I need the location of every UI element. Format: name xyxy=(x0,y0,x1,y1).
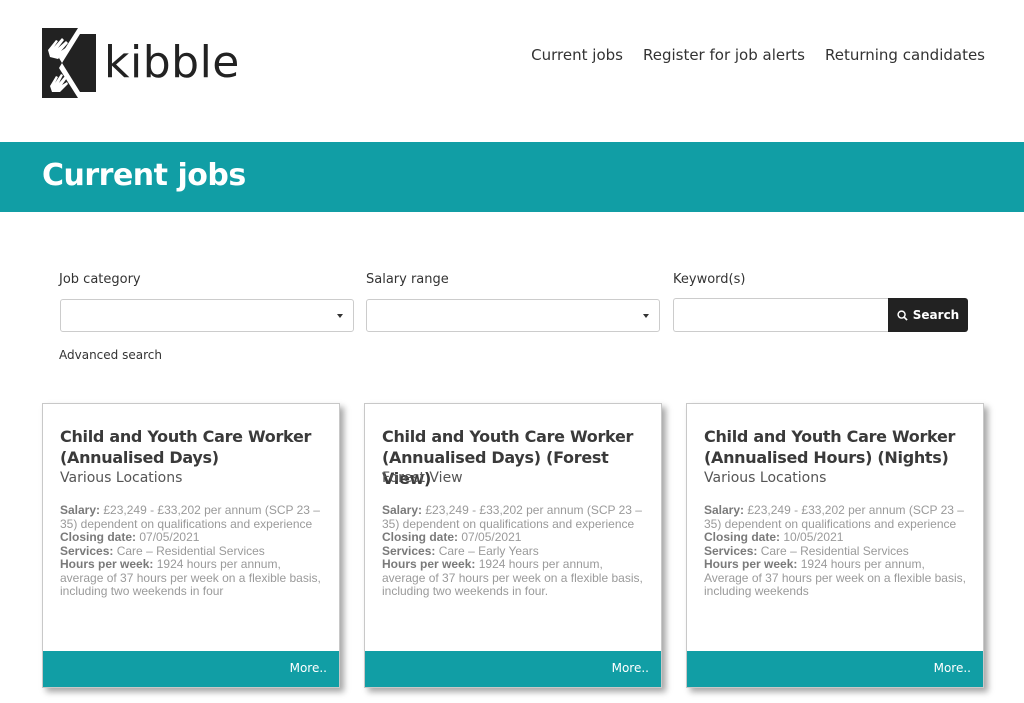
page-banner: Current jobs xyxy=(0,142,1024,212)
nav-register-job-alerts[interactable]: Register for job alerts xyxy=(643,46,805,64)
keyword-input[interactable] xyxy=(673,298,889,332)
closing-date-value: 10/05/2021 xyxy=(783,530,844,544)
page-title: Current jobs xyxy=(42,158,246,193)
job-details: Salary: £23,249 - £33,202 per annum (SCP… xyxy=(704,503,969,599)
services-label: Services: xyxy=(704,543,758,558)
site-header: kibble Current jobs Register for job ale… xyxy=(0,0,1024,142)
closing-date-label: Closing date: xyxy=(704,530,781,544)
job-details: Salary: £23,249 - £33,202 per annum (SCP… xyxy=(382,503,647,599)
salary-label: Salary: xyxy=(382,503,423,517)
search-button[interactable]: Search xyxy=(888,298,968,332)
job-location: Forest View xyxy=(382,470,463,486)
advanced-search-link[interactable]: Advanced search xyxy=(59,348,162,362)
job-category-select[interactable] xyxy=(60,299,354,332)
card-footer: More.. xyxy=(365,651,661,687)
services-label: Services: xyxy=(382,543,436,558)
job-location: Various Locations xyxy=(60,470,183,486)
job-title[interactable]: Child and Youth Care Worker (Annualised … xyxy=(704,426,971,468)
salary-range-label: Salary range xyxy=(366,272,449,287)
search-button-label: Search xyxy=(912,308,960,322)
main-nav: Current jobs Register for job alerts Ret… xyxy=(531,46,985,64)
keyword-label: Keyword(s) xyxy=(673,272,746,287)
job-card[interactable]: Child and Youth Care Worker (Annualised … xyxy=(42,403,340,688)
closing-date-label: Closing date: xyxy=(60,530,137,544)
job-category-label: Job category xyxy=(59,272,141,287)
hours-label: Hours per week: xyxy=(704,557,798,571)
hours-label: Hours per week: xyxy=(60,557,154,571)
search-icon xyxy=(897,309,908,321)
nav-current-jobs[interactable]: Current jobs xyxy=(531,46,623,64)
services-value: Care – Residential Services xyxy=(116,543,265,558)
caret-down-icon xyxy=(337,314,343,318)
kibble-logo[interactable]: kibble xyxy=(42,28,240,98)
closing-date-value: 07/05/2021 xyxy=(461,530,522,544)
nav-returning-candidates[interactable]: Returning candidates xyxy=(825,46,985,64)
services-label: Services: xyxy=(60,543,114,558)
brand-name: kibble xyxy=(104,37,240,88)
job-card[interactable]: Child and Youth Care Worker (Annualised … xyxy=(686,403,984,688)
more-link[interactable]: More.. xyxy=(934,661,971,675)
job-card[interactable]: Child and Youth Care Worker (Annualised … xyxy=(364,403,662,688)
salary-range-select[interactable] xyxy=(366,299,660,332)
more-link[interactable]: More.. xyxy=(290,661,327,675)
closing-date-value: 07/05/2021 xyxy=(139,530,200,544)
more-link[interactable]: More.. xyxy=(612,661,649,675)
job-details: Salary: £23,249 - £33,202 per annum (SCP… xyxy=(60,503,325,599)
card-footer: More.. xyxy=(687,651,983,687)
services-value: Care – Residential Services xyxy=(760,543,909,558)
job-location: Various Locations xyxy=(704,470,827,486)
salary-label: Salary: xyxy=(704,503,745,517)
caret-down-icon xyxy=(643,314,649,318)
card-footer: More.. xyxy=(43,651,339,687)
job-title[interactable]: Child and Youth Care Worker (Annualised … xyxy=(60,426,327,468)
services-value: Care – Early Years xyxy=(438,543,539,558)
kibble-k-hands-icon xyxy=(42,28,96,98)
salary-label: Salary: xyxy=(60,503,101,517)
closing-date-label: Closing date: xyxy=(382,530,459,544)
hours-label: Hours per week: xyxy=(382,557,476,571)
